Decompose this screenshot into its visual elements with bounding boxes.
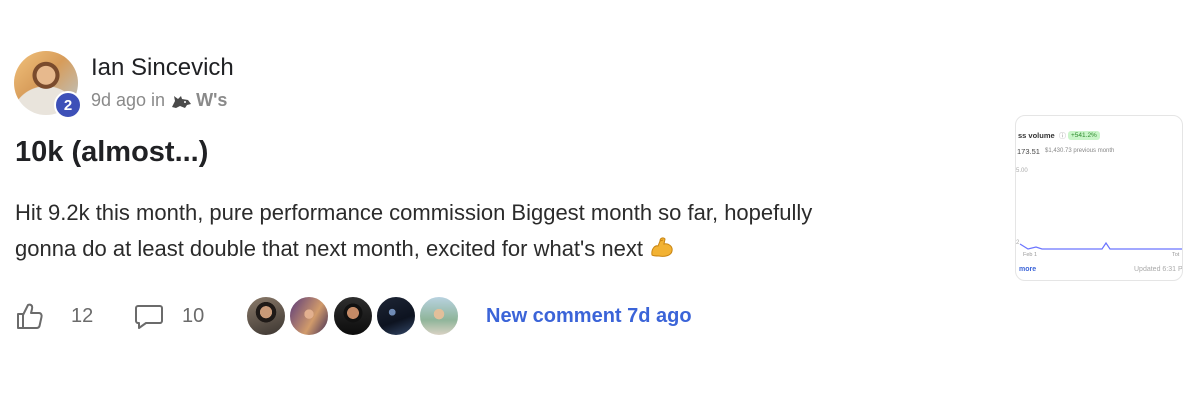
post-body-line-1: Hit 9.2k this month, pure performance co… [15,200,813,225]
thumb-more-link: more [1019,266,1037,273]
thumb-ytick-top: 5.00 [1016,168,1028,174]
comment-icon [135,305,163,329]
author-name[interactable]: Ian Sincevich [91,54,234,82]
post-body[interactable]: Hit 9.2k this month, pure performance co… [15,195,975,267]
community-post: 2 Ian Sincevich 9d ago in W's 10k (almos… [0,0,1200,412]
thumb-x-start: Feb 1 [1023,252,1038,258]
info-icon: ⓘ [1059,133,1066,140]
like-button[interactable]: 12 [15,302,93,330]
commenter-avatar[interactable] [375,295,417,337]
thumb-badge: +541.2% [1068,131,1100,140]
thumbs-up-icon [17,303,43,329]
commenter-avatar[interactable] [288,295,330,337]
thumb-previous: $1,430.73 previous month [1045,148,1115,154]
thumbnail-content: ss volume ⓘ +541.2% 173.51 $1,430.73 pre… [1016,116,1183,280]
thumb-chart-line [1019,241,1182,250]
thumb-label: ss volume [1018,131,1055,140]
like-count: 12 [71,304,94,327]
post-body-line-2: gonna do at least double that next month… [15,236,643,261]
thumb-line-chart [1019,241,1182,250]
thumb-value: 173.51 [1017,147,1040,156]
post-time: 9d ago in [91,90,166,110]
wolf-icon [172,95,192,108]
post-body-line-2-wrap: gonna do at least double that next month… [15,231,975,267]
comment-button[interactable]: 10 [134,302,204,330]
thumb-x-end: Tot [1172,252,1180,258]
author-avatar-wrapper[interactable]: 2 [14,51,82,119]
level-badge: 2 [54,91,82,119]
group-link[interactable]: W's [196,90,227,111]
attachment-thumbnail[interactable]: ss volume ⓘ +541.2% 173.51 $1,430.73 pre… [1015,115,1183,281]
post-meta: 9d ago in W's [91,90,227,111]
new-comment-link[interactable]: New comment 7d ago [486,305,692,328]
post-title[interactable]: 10k (almost...) [15,136,208,169]
comment-count: 10 [182,304,205,327]
commenter-avatar[interactable] [418,295,460,337]
commenter-avatar[interactable] [245,295,287,337]
flexed-biceps-icon [651,237,673,257]
thumb-updated: Updated 6:31 P [1134,266,1183,273]
commenter-avatar[interactable] [332,295,374,337]
